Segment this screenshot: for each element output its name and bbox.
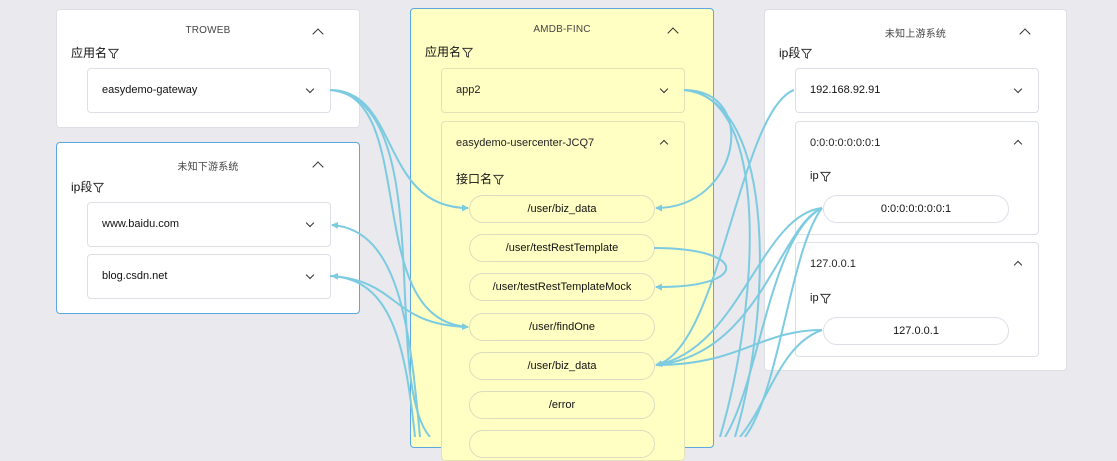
filter-label-text: ip段 xyxy=(779,46,801,60)
app-item-label: app2 xyxy=(456,84,481,96)
collapse-icon[interactable] xyxy=(1013,139,1023,149)
filter-icon[interactable] xyxy=(108,48,120,60)
interface-test-rest-template[interactable]: /user/testRestTemplate xyxy=(469,234,655,262)
app-item-app2[interactable]: app2 xyxy=(441,68,685,113)
filter-label-text: ip段 xyxy=(71,180,93,194)
interface-filter-label: 接口名 xyxy=(456,170,505,187)
filter-icon[interactable] xyxy=(462,47,474,59)
filter-icon[interactable] xyxy=(801,48,813,60)
interface-test-rest-template-mock[interactable]: /user/testRestTemplateMock xyxy=(469,273,655,301)
ip-filter-label: ip xyxy=(810,170,831,182)
filter-label: 应用名 xyxy=(425,43,474,60)
filter-label-text: 应用名 xyxy=(425,45,462,59)
service-name: easydemo-usercenter-JCQ7 xyxy=(456,137,595,149)
interface-biz-data-2[interactable]: /user/biz_data xyxy=(469,352,655,380)
ip-group-name: 0:0:0:0:0:0:0:1 xyxy=(810,137,881,149)
collapse-icon[interactable] xyxy=(1013,260,1023,270)
expand-icon[interactable] xyxy=(659,84,669,94)
interface-error[interactable]: /error xyxy=(469,391,655,419)
expand-icon[interactable] xyxy=(305,270,315,280)
filter-icon[interactable] xyxy=(93,182,105,194)
ip-item-label: 192.168.92.91 xyxy=(810,84,881,96)
filter-icon[interactable] xyxy=(819,293,831,304)
filter-label-text: 接口名 xyxy=(456,172,493,186)
ip-item-label: www.baidu.com xyxy=(102,218,180,230)
amdb-panel: AMDB-FINC 应用名 app2 easydemo-usercenter-J… xyxy=(410,8,714,461)
app-item-easydemo-gateway[interactable]: easydemo-gateway xyxy=(87,68,331,113)
filter-label-text: ip xyxy=(810,292,819,304)
troweb-panel: TROWEB 应用名 easydemo-gateway xyxy=(56,9,360,128)
ip-item-baidu[interactable]: www.baidu.com xyxy=(87,202,331,247)
filter-label-text: ip xyxy=(810,170,819,182)
app-item-label: easydemo-gateway xyxy=(102,84,198,96)
ip-entry-ipv6-local[interactable]: 0:0:0:0:0:0:0:1 xyxy=(823,195,1009,223)
filter-icon[interactable] xyxy=(493,174,505,186)
ip-filter-label: ip xyxy=(810,292,831,304)
expand-icon[interactable] xyxy=(305,84,315,94)
ip-item-csdn[interactable]: blog.csdn.net xyxy=(87,254,331,299)
expand-icon[interactable] xyxy=(1013,84,1023,94)
filter-label: ip段 xyxy=(71,178,105,195)
downstream-panel: 未知下游系统 ip段 www.baidu.com blog.csdn.net xyxy=(56,142,360,314)
ip-item-label: blog.csdn.net xyxy=(102,270,168,282)
ip-item-192-168-92-91[interactable]: 192.168.92.91 xyxy=(795,68,1039,113)
interface-more[interactable] xyxy=(469,430,655,458)
filter-icon[interactable] xyxy=(819,171,831,182)
filter-label: 应用名 xyxy=(71,44,120,61)
filter-label: ip段 xyxy=(779,44,813,61)
ip-entry-127-0-0-1[interactable]: 127.0.0.1 xyxy=(823,317,1009,345)
collapse-icon[interactable] xyxy=(659,139,669,149)
interface-find-one[interactable]: /user/findOne xyxy=(469,313,655,341)
filter-label-text: 应用名 xyxy=(71,46,108,60)
expand-icon[interactable] xyxy=(305,218,315,228)
interface-biz-data[interactable]: /user/biz_data xyxy=(469,195,655,223)
upstream-panel: 未知上游系统 ip段 192.168.92.91 0:0:0:0:0:0:0:1… xyxy=(764,9,1067,371)
ip-group-name: 127.0.0.1 xyxy=(810,258,856,270)
